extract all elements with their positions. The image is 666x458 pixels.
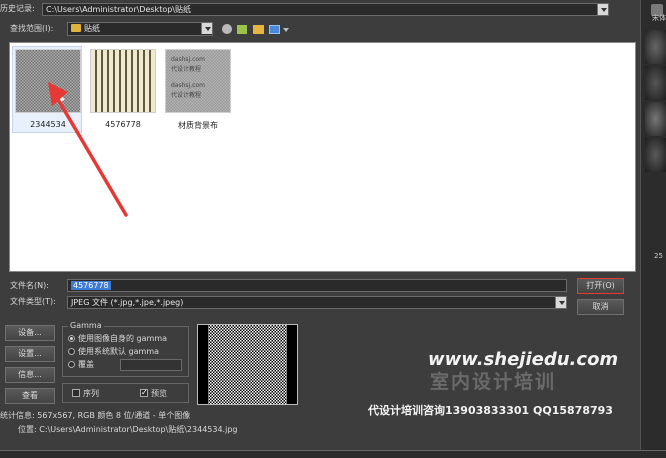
gamma-option-label: 使用系统默认 gamma	[78, 347, 160, 356]
gamma-option-system[interactable]: 使用系统默认 gamma	[68, 346, 159, 358]
taskbar-strip	[0, 450, 666, 458]
filename-value: 4576778	[71, 281, 111, 290]
filetype-dropdown[interactable]: JPEG 文件 (*.jpg,*.jpe,*.jpeg)	[67, 296, 567, 309]
gamma-override-input[interactable]	[120, 359, 182, 371]
watermark-contact: 代设计培训咨询13903833301 QQ15878793	[368, 404, 613, 417]
history-dropdown[interactable]: C:\Users\Administrator\Desktop\贴纸	[42, 3, 609, 16]
annotation-arrow-icon	[48, 82, 128, 217]
back-icon[interactable]	[222, 24, 232, 34]
filetype-value: JPEG 文件 (*.jpg,*.jpe,*.jpeg)	[71, 298, 184, 307]
gamma-option-label: 覆盖	[78, 360, 94, 369]
backdrop-thumb-4	[645, 138, 666, 172]
setup-button[interactable]: 设备...	[5, 325, 55, 341]
gamma-option-own[interactable]: 使用图像自身的 gamma	[68, 333, 167, 345]
sequence-checkbox[interactable]: 序列	[72, 388, 99, 400]
preview-image	[197, 324, 298, 405]
lookin-dropdown[interactable]: 贴纸	[67, 22, 213, 36]
preview-label: 预览	[151, 389, 167, 398]
file-name: 材质背景布	[178, 121, 218, 130]
history-label: 历史记录:	[0, 4, 35, 13]
history-value: C:\Users\Administrator\Desktop\贴纸	[46, 5, 191, 14]
preview-checkbox[interactable]: 预览	[140, 387, 167, 400]
cancel-button[interactable]: 取消	[577, 299, 624, 315]
side-label-mid: 25	[654, 252, 663, 260]
location-text: 位置: C:\Users\Administrator\Desktop\贴纸\23…	[18, 425, 238, 434]
filetype-label: 文件类型(T):	[10, 297, 56, 306]
lookin-dropdown-arrow-icon[interactable]	[201, 23, 212, 34]
new-folder-icon[interactable]	[253, 25, 264, 34]
watermark-title: 室内设计培训	[430, 371, 557, 393]
thumbnail-watermark-gray[interactable]: dashsj.com 代设计教程 dashsj.com 代设计教程	[165, 49, 231, 113]
checkbox-off-icon[interactable]	[72, 389, 80, 397]
lookin-folder: 贴纸	[84, 24, 100, 33]
preview-image-border-left	[198, 325, 208, 404]
view-button[interactable]: 查看	[5, 388, 55, 404]
filetype-dropdown-arrow-icon[interactable]	[555, 297, 566, 308]
backdrop-thumb-2	[645, 66, 666, 100]
preview-image-border-right	[287, 325, 297, 404]
gamma-title: Gamma	[68, 320, 104, 332]
filename-input[interactable]: 4576778	[67, 279, 567, 292]
radio-on-icon[interactable]	[68, 335, 75, 342]
sequence-label: 序列	[83, 389, 99, 398]
checkbox-on-icon[interactable]	[140, 387, 148, 399]
folder-icon	[71, 24, 81, 32]
view-menu-arrow-icon[interactable]	[283, 28, 289, 32]
open-button[interactable]: 打开(O)	[577, 278, 624, 294]
watermark-url: www.shejiedu.com	[428, 349, 619, 370]
watermark-line: dashsj.com	[171, 56, 205, 63]
backdrop-thumb-3	[645, 102, 666, 136]
radio-off-icon[interactable]	[68, 348, 75, 355]
up-folder-icon[interactable]	[237, 25, 247, 34]
lookin-label: 查找范围(I):	[10, 24, 54, 33]
file-list[interactable]: 2344534 4576778 dashsj.com 代设计教程 dashsj.…	[9, 42, 636, 272]
radio-off-icon[interactable]	[68, 361, 75, 368]
stats-text: 统计信息: 567x567, RGB 颜色 8 位/通道 - 单个图像	[0, 411, 191, 420]
watermark-line: 代设计教程	[171, 92, 202, 99]
info-button[interactable]: 信息...	[5, 367, 55, 383]
history-dropdown-arrow-icon[interactable]	[597, 4, 608, 15]
view-menu-icon[interactable]	[269, 25, 280, 34]
watermark-line: dashsj.com	[171, 82, 205, 89]
settings-button[interactable]: 设置...	[5, 346, 55, 362]
gamma-option-override[interactable]: 覆盖	[68, 359, 94, 371]
filename-label: 文件名(N):	[10, 281, 49, 290]
side-label-top: 宋体	[652, 14, 666, 22]
watermark-line: 代设计教程	[171, 66, 202, 73]
gamma-option-label: 使用图像自身的 gamma	[78, 334, 168, 343]
backdrop-thumb-1	[645, 30, 666, 64]
